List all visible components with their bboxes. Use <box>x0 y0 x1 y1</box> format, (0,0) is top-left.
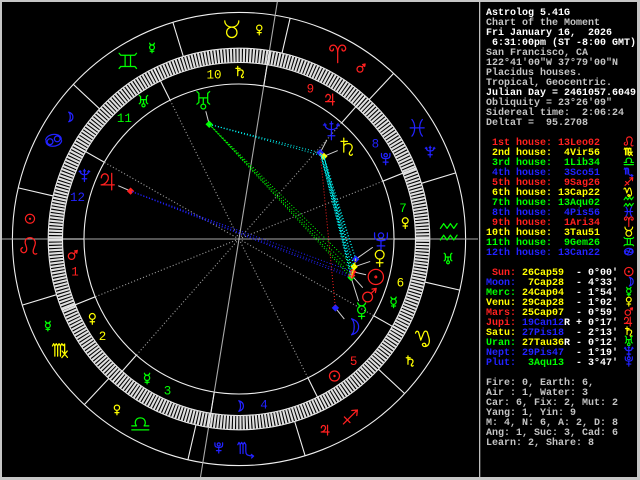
svg-text:1: 1 <box>71 265 79 279</box>
svg-text:4: 4 <box>260 399 268 413</box>
svg-text:12th house: 13Can22: 12th house: 13Can22 <box>486 247 600 259</box>
svg-text:R: R <box>564 338 570 349</box>
svg-text:-: - <box>576 358 582 369</box>
svg-text:10: 10 <box>206 68 221 82</box>
svg-text:8: 8 <box>372 137 380 151</box>
svg-text:3: 3 <box>164 385 172 399</box>
svg-text:9: 9 <box>307 83 315 97</box>
svg-text:R: R <box>564 318 570 329</box>
svg-text:6: 6 <box>397 276 405 290</box>
svg-text:2: 2 <box>99 330 107 344</box>
svg-text:5: 5 <box>350 355 358 369</box>
svg-text:Plut:: Plut: <box>486 357 516 369</box>
svg-text:3Aqu13: 3Aqu13 <box>522 358 564 369</box>
svg-text:11: 11 <box>117 112 132 126</box>
svg-text:12: 12 <box>70 191 85 205</box>
svg-text:7: 7 <box>399 202 407 216</box>
svg-text:3°47': 3°47' <box>588 357 618 369</box>
svg-text:DeltaT = 95.2708: DeltaT = 95.2708 <box>486 117 588 129</box>
svg-text:Learn: 2, Share: 8: Learn: 2, Share: 8 <box>486 437 594 449</box>
